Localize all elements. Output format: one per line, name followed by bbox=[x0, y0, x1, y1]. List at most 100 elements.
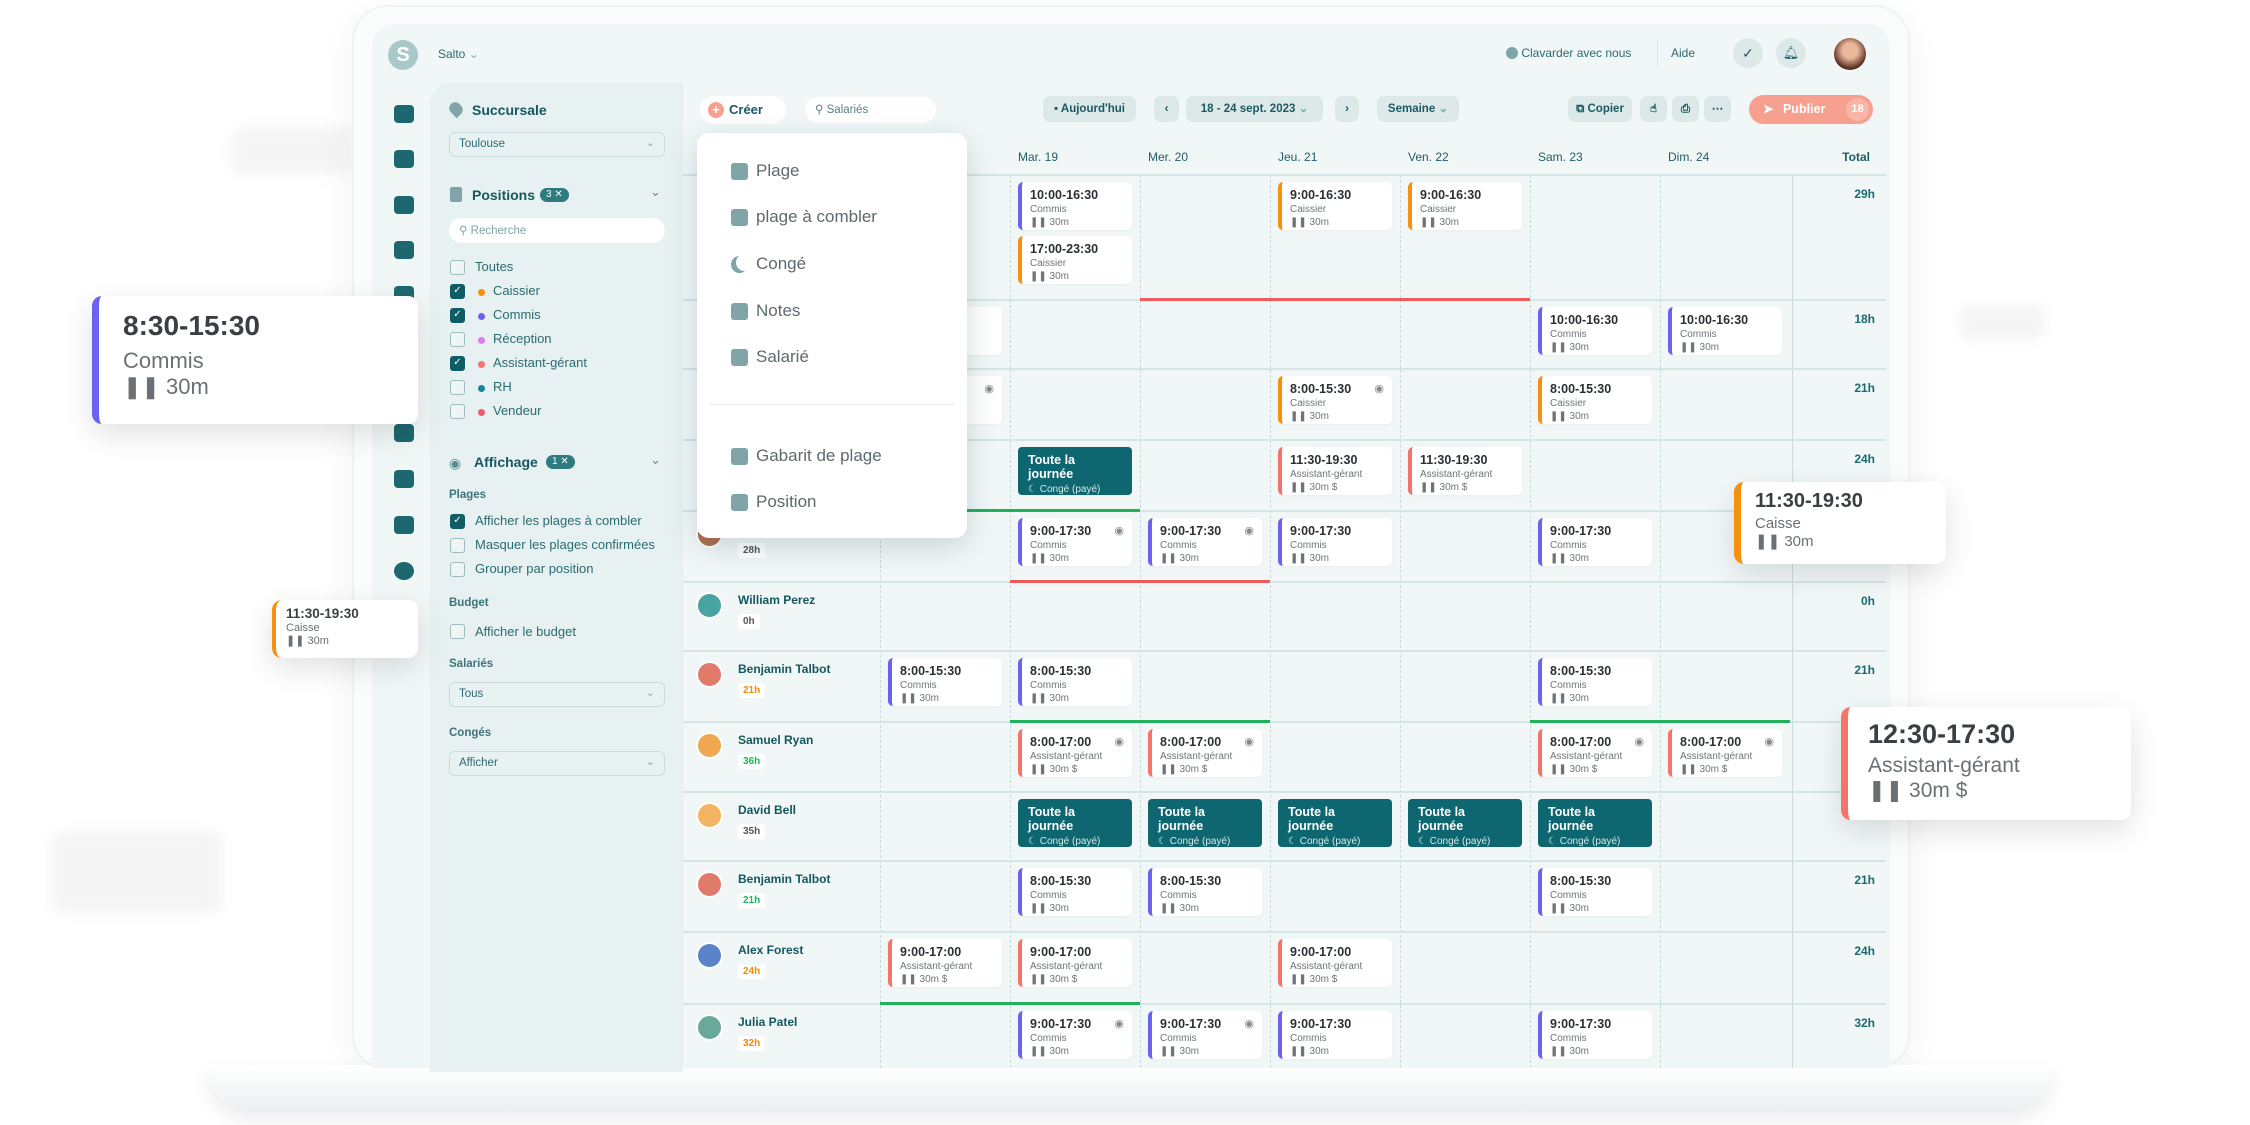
create-menu-item[interactable]: Position bbox=[731, 492, 816, 512]
help-link[interactable]: Aide bbox=[1671, 46, 1695, 60]
shift-card[interactable]: 9:00-17:30 Commis ❚❚ 30m bbox=[1538, 1011, 1652, 1059]
view-select[interactable]: Semaine ⌄ bbox=[1377, 96, 1459, 122]
shift-card[interactable]: 8:00-15:30 Commis ❚❚ 30m bbox=[888, 658, 1002, 706]
timeclock-icon[interactable] bbox=[394, 196, 414, 214]
copy-button[interactable]: ⧉ Copier bbox=[1568, 96, 1632, 122]
shift-card[interactable]: 9:00-17:30 Commis ❚❚ 30m bbox=[1278, 1011, 1392, 1059]
more-icon[interactable]: ⋯ bbox=[1704, 96, 1731, 122]
employee-name[interactable]: Benjamin Talbot bbox=[738, 662, 830, 676]
employee-name[interactable]: Benjamin Talbot bbox=[738, 872, 830, 886]
shift-card[interactable]: 11:30-19:30 Assistant-gérant ❚❚ 30m $ bbox=[1278, 447, 1392, 495]
billing-icon[interactable] bbox=[394, 516, 414, 534]
create-menu-item[interactable]: Salarié bbox=[731, 347, 809, 367]
eye-icon[interactable]: ◉ bbox=[1374, 382, 1384, 395]
employees-select[interactable]: Tous ⌄ bbox=[449, 682, 665, 707]
shift-card[interactable]: 9:00-16:30 Caissier ❚❚ 30m bbox=[1278, 182, 1392, 230]
gear-icon[interactable] bbox=[394, 562, 414, 580]
leave-select[interactable]: Afficher ⌄ bbox=[449, 751, 665, 776]
next-week-button[interactable]: › bbox=[1335, 96, 1359, 122]
positions-search-input[interactable]: ⚲ Recherche bbox=[449, 218, 665, 243]
print-icon[interactable]: ⎙ bbox=[1672, 96, 1699, 122]
eye-icon[interactable]: ◉ bbox=[1244, 524, 1254, 537]
position-checkbox[interactable]: ✓ bbox=[450, 308, 465, 323]
shift-card[interactable]: 9:00-17:30 Commis ❚❚ 30m ◉ bbox=[1148, 1011, 1262, 1059]
prev-week-button[interactable]: ‹ bbox=[1154, 96, 1179, 122]
employee-search-input[interactable]: ⚲ Salariés bbox=[805, 97, 936, 123]
shift-card[interactable]: 9:00-17:30 Commis ❚❚ 30m ◉ bbox=[1148, 518, 1262, 566]
shift-card[interactable]: 8:00-15:30 Caissier ❚❚ 30m bbox=[1538, 376, 1652, 424]
position-checkbox[interactable] bbox=[450, 380, 465, 395]
shift-card[interactable]: 8:00-15:30 Commis ❚❚ 30m bbox=[1538, 658, 1652, 706]
display-filter-count[interactable]: 1 ✕ bbox=[546, 455, 575, 469]
touch-icon[interactable]: ☝︎ bbox=[1640, 96, 1667, 122]
today-button[interactable]: ▪ Aujourd'hui bbox=[1043, 96, 1136, 122]
position-checkbox[interactable]: ✓ bbox=[450, 356, 465, 371]
create-menu-item[interactable]: Notes bbox=[731, 301, 800, 321]
eye-icon[interactable]: ◉ bbox=[1634, 735, 1644, 748]
employee-name[interactable]: Alex Forest bbox=[738, 943, 803, 957]
shift-card[interactable]: 8:00-17:00 Assistant-gérant ❚❚ 30m $ ◉ bbox=[1018, 729, 1132, 777]
shift-card[interactable]: 8:00-15:30 Commis ❚❚ 30m bbox=[1148, 868, 1262, 916]
shift-option-checkbox[interactable] bbox=[450, 538, 465, 553]
budget-checkbox[interactable] bbox=[450, 624, 465, 639]
leave-card[interactable]: Toute la journée ☾ Congé (payé) bbox=[1018, 447, 1132, 495]
employee-name[interactable]: William Perez bbox=[738, 593, 815, 607]
eye-icon[interactable]: ◉ bbox=[1244, 735, 1254, 748]
shift-card[interactable]: 8:00-17:00 Assistant-gérant ❚❚ 30m $ ◉ bbox=[1668, 729, 1782, 777]
shift-card[interactable]: 8:00-17:00 Assistant-gérant ❚❚ 30m $ ◉ bbox=[1538, 729, 1652, 777]
position-checkbox[interactable] bbox=[450, 404, 465, 419]
create-menu-item[interactable]: Congé bbox=[731, 254, 806, 274]
position-checkbox[interactable]: ✓ bbox=[450, 284, 465, 299]
create-menu-item[interactable]: Gabarit de plage bbox=[731, 446, 882, 466]
create-button[interactable]: + Créer bbox=[700, 96, 786, 124]
shift-card[interactable]: 8:00-15:30 Commis ❚❚ 30m bbox=[1018, 868, 1132, 916]
create-menu-item[interactable]: plage à combler bbox=[731, 207, 877, 227]
shift-card[interactable]: 9:00-17:30 Commis ❚❚ 30m bbox=[1538, 518, 1652, 566]
shift-card[interactable]: 10:00-16:30 Commis ❚❚ 30m bbox=[1668, 307, 1782, 355]
position-checkbox[interactable] bbox=[450, 332, 465, 347]
shift-card[interactable]: 9:00-16:30 Caissier ❚❚ 30m bbox=[1408, 182, 1522, 230]
leave-card[interactable]: Toute la journée ☾ Congé (payé) bbox=[1018, 799, 1132, 847]
publish-button[interactable]: ➤ Publier 18 bbox=[1749, 95, 1873, 124]
shift-card[interactable]: 9:00-17:00 Assistant-gérant ❚❚ 30m $ bbox=[888, 939, 1002, 987]
employee-name[interactable]: Julia Patel bbox=[738, 1015, 797, 1029]
reports-icon[interactable] bbox=[394, 424, 414, 442]
shift-card[interactable]: 9:00-17:30 Commis ❚❚ 30m bbox=[1278, 518, 1392, 566]
shift-card[interactable]: 9:00-17:30 Commis ❚❚ 30m ◉ bbox=[1018, 1011, 1132, 1059]
position-checkbox[interactable] bbox=[450, 260, 465, 275]
chevron-down-icon[interactable]: ⌄ bbox=[650, 452, 661, 468]
org-switcher[interactable]: Salto ⌄ bbox=[438, 47, 479, 61]
leave-card[interactable]: Toute la journée ☾ Congé (payé) bbox=[1408, 799, 1522, 847]
check-icon[interactable]: ✓ bbox=[1733, 38, 1763, 68]
leave-card[interactable]: Toute la journée ☾ Congé (payé) bbox=[1148, 799, 1262, 847]
eye-icon[interactable]: ◉ bbox=[1764, 735, 1774, 748]
shift-card[interactable]: 17:00-23:30 Caissier ❚❚ 30m bbox=[1018, 236, 1132, 284]
positions-filter-count[interactable]: 3 ✕ bbox=[540, 188, 569, 202]
shift-card[interactable]: 8:00-15:30 Commis ❚❚ 30m bbox=[1018, 658, 1132, 706]
shift-card[interactable]: 11:30-19:30 Assistant-gérant ❚❚ 30m $ bbox=[1408, 447, 1522, 495]
employee-name[interactable]: Samuel Ryan bbox=[738, 733, 813, 747]
branch-select[interactable]: Toulouse ⌄ bbox=[449, 132, 665, 157]
create-menu-item[interactable]: Plage bbox=[731, 161, 799, 181]
eye-icon[interactable]: ◉ bbox=[1244, 1017, 1254, 1030]
shift-card[interactable]: 9:00-17:00 Assistant-gérant ❚❚ 30m $ bbox=[1278, 939, 1392, 987]
leave-card[interactable]: Toute la journée ☾ Congé (payé) bbox=[1538, 799, 1652, 847]
leave-card[interactable]: Toute la journée ☾ Congé (payé) bbox=[1278, 799, 1392, 847]
groups-icon[interactable] bbox=[394, 470, 414, 488]
eye-icon[interactable]: ◉ bbox=[1114, 524, 1124, 537]
shift-card[interactable]: 8:00-15:30 Caissier ❚❚ 30m ◉ bbox=[1278, 376, 1392, 424]
shift-option-checkbox[interactable]: ✓ bbox=[450, 514, 465, 529]
eye-icon[interactable]: ◉ bbox=[1114, 735, 1124, 748]
employee-name[interactable]: David Bell bbox=[738, 803, 796, 817]
chevron-down-icon[interactable]: ⌄ bbox=[650, 184, 661, 200]
chat-link[interactable]: Clavarder avec nous bbox=[1506, 46, 1631, 60]
shift-option-checkbox[interactable] bbox=[450, 562, 465, 577]
shift-card[interactable]: 9:00-17:00 Assistant-gérant ❚❚ 30m $ bbox=[1018, 939, 1132, 987]
team-icon[interactable] bbox=[394, 241, 414, 259]
eye-icon[interactable]: ◉ bbox=[1114, 1017, 1124, 1030]
shift-card[interactable]: 8:00-17:00 Assistant-gérant ❚❚ 30m $ ◉ bbox=[1148, 729, 1262, 777]
schedule-icon[interactable] bbox=[394, 150, 414, 168]
user-avatar[interactable] bbox=[1834, 38, 1866, 70]
shift-card[interactable]: 10:00-16:30 Commis ❚❚ 30m bbox=[1018, 182, 1132, 230]
shift-card[interactable]: 10:00-16:30 Commis ❚❚ 30m bbox=[1538, 307, 1652, 355]
